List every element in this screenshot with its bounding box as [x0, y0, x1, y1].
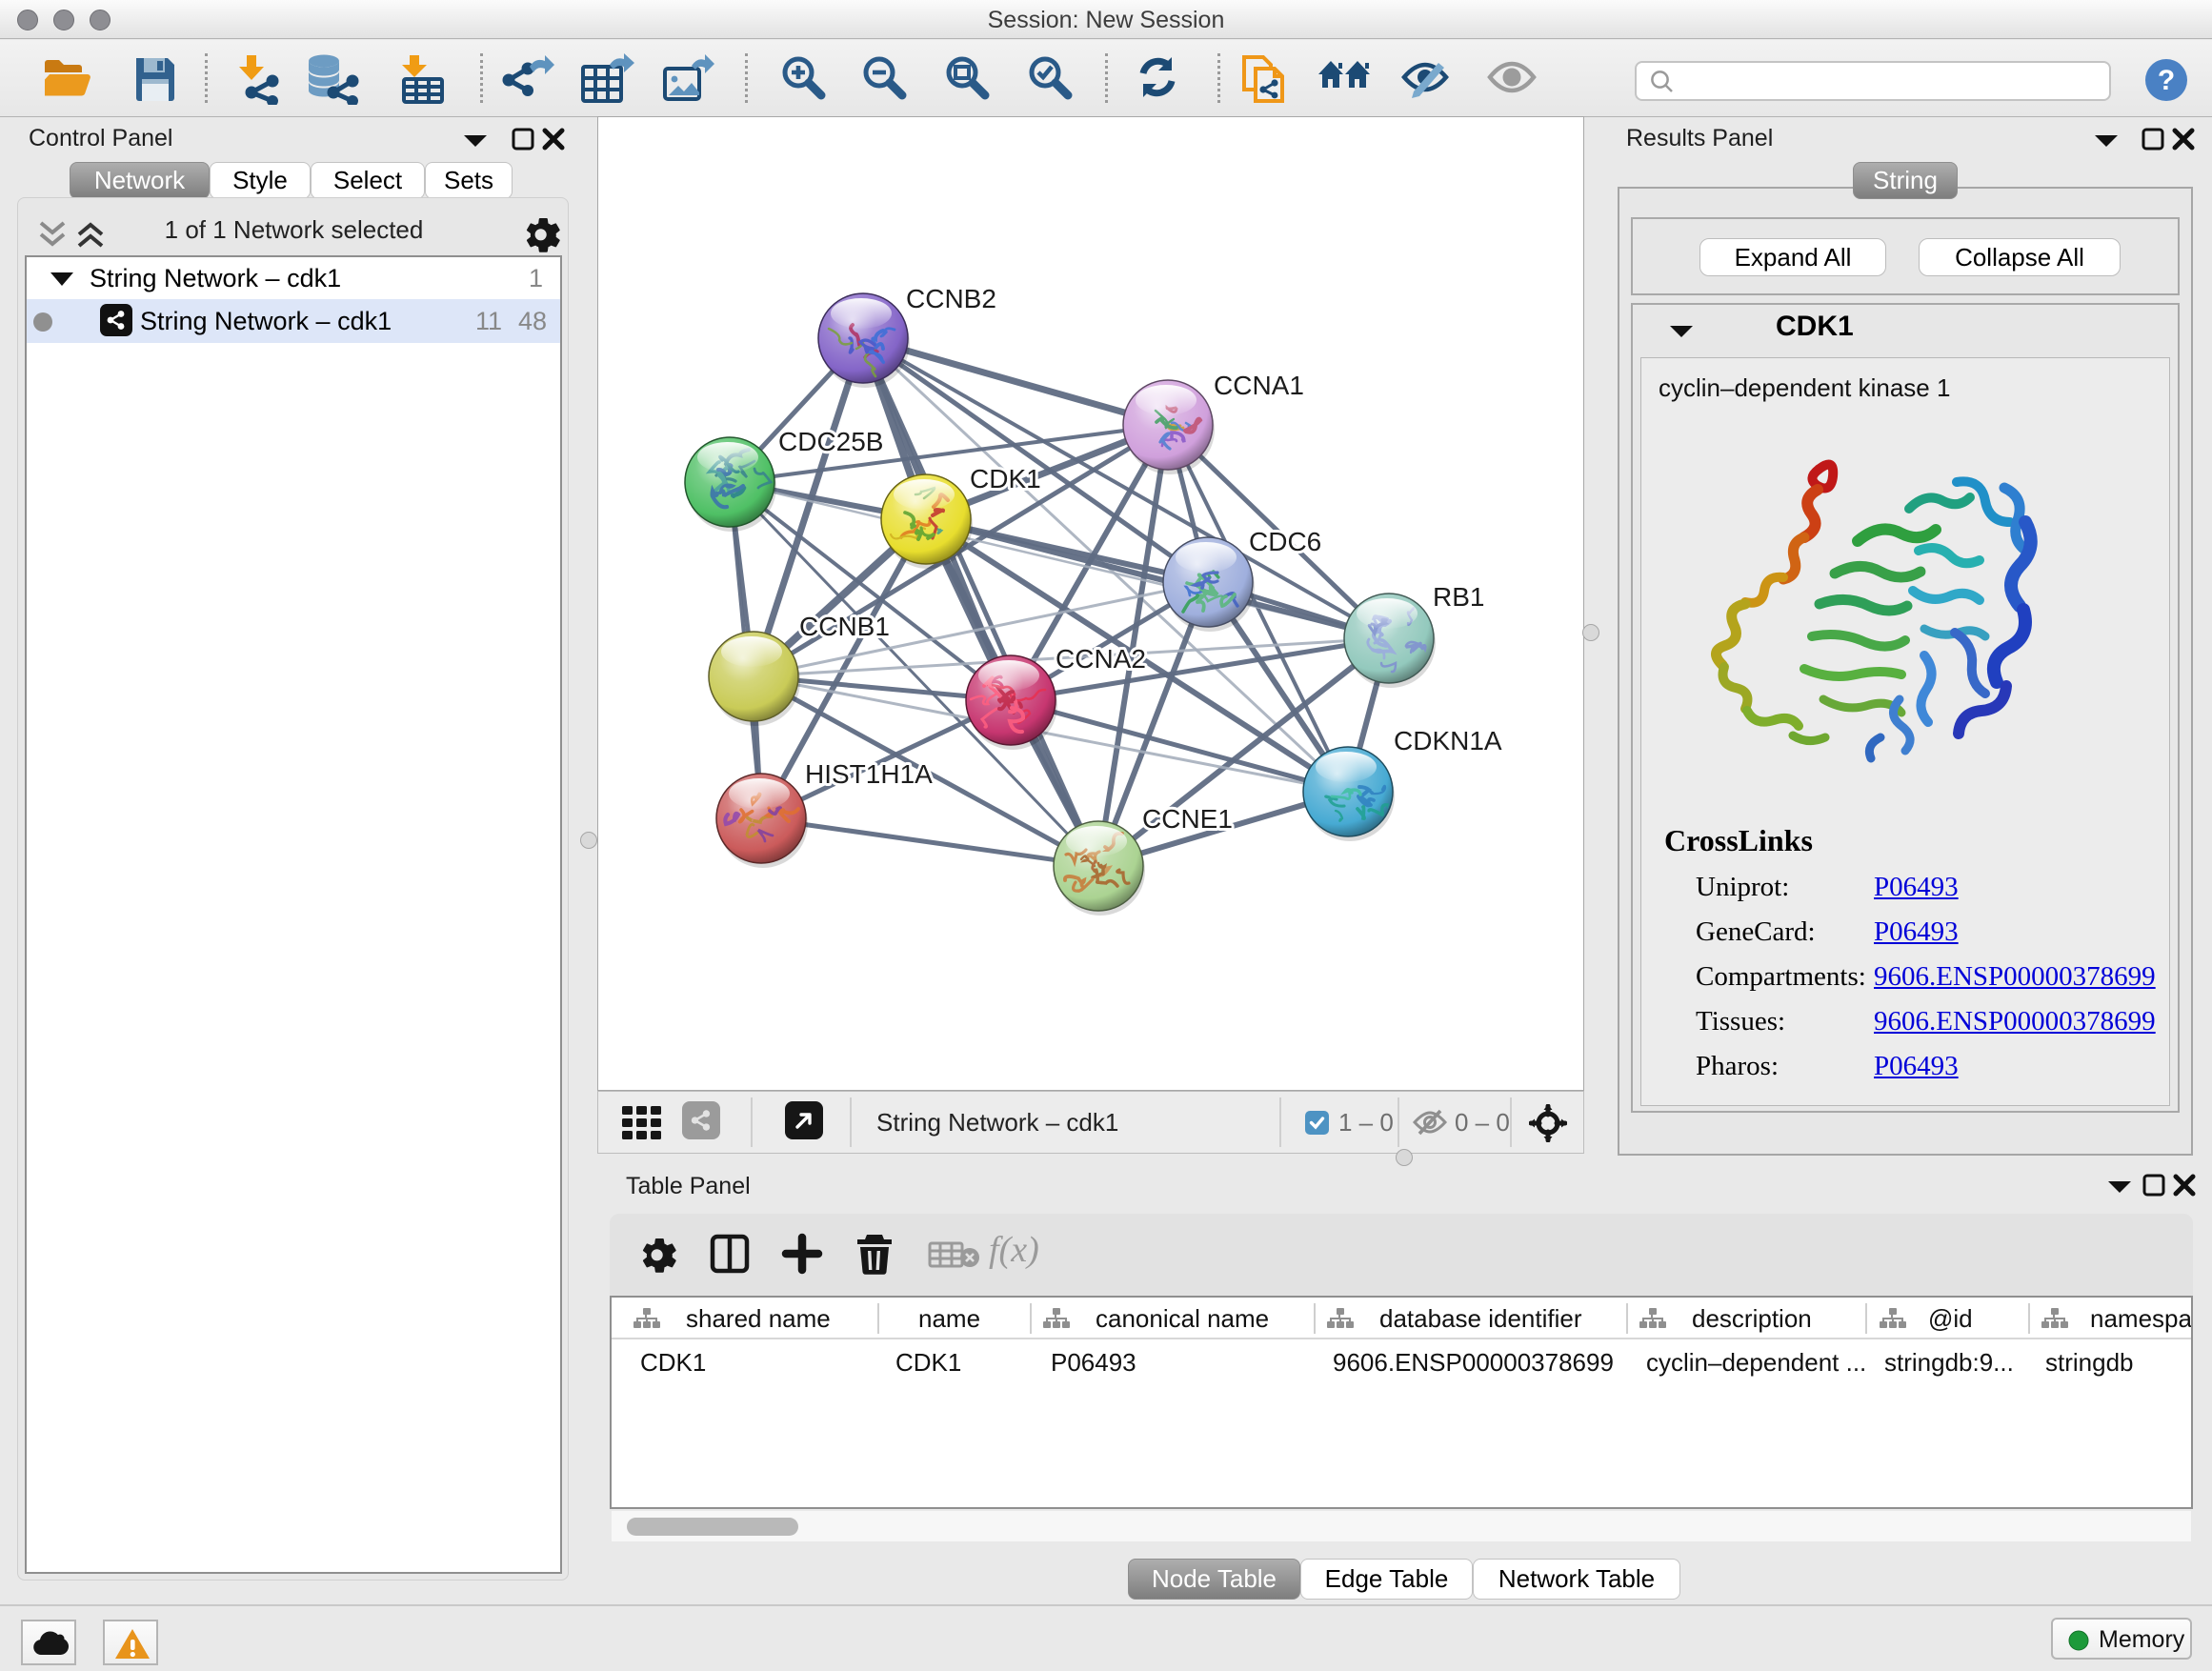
svg-text:RB1: RB1	[1433, 582, 1484, 612]
svg-text:CCNA2: CCNA2	[1056, 644, 1146, 674]
svg-text:CCNB1: CCNB1	[799, 612, 890, 641]
svg-text:CDC25B: CDC25B	[778, 427, 883, 456]
svg-text:CDK1: CDK1	[970, 464, 1041, 493]
svg-text:CDC6: CDC6	[1249, 527, 1321, 556]
svg-text:CDKN1A: CDKN1A	[1394, 726, 1502, 755]
svg-text:CCNB2: CCNB2	[906, 284, 996, 313]
svg-text:CCNE1: CCNE1	[1142, 804, 1233, 834]
svg-text:HIST1H1A: HIST1H1A	[805, 759, 933, 789]
svg-text:CCNA1: CCNA1	[1214, 371, 1304, 400]
svg-text:?: ?	[2158, 65, 2175, 96]
